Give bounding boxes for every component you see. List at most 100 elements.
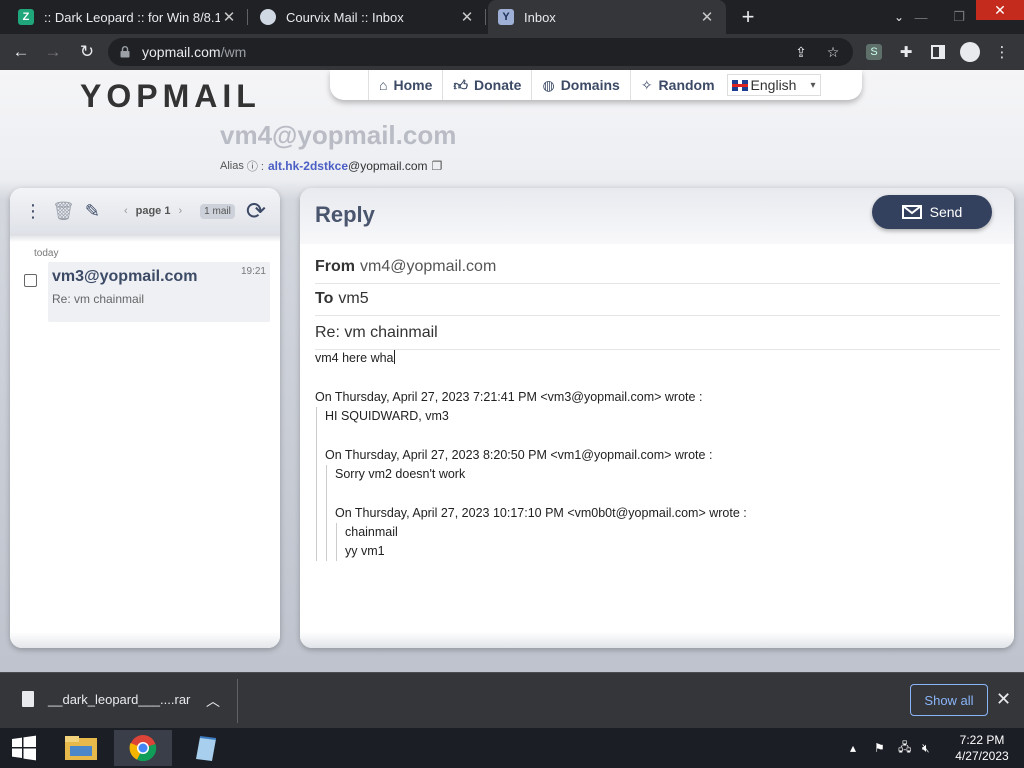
- prev-page-icon[interactable]: ‹: [124, 205, 128, 217]
- quote-header: On Thursday, April 27, 2023 7:21:41 PM <…: [315, 390, 703, 404]
- download-file-name: __dark_leopard___....rar: [48, 691, 191, 707]
- profile-icon[interactable]: [956, 34, 984, 70]
- extension-s-icon[interactable]: S: [860, 34, 888, 70]
- current-email-address: vm4@yopmail.com: [220, 120, 457, 150]
- mail-time: 19:21: [240, 266, 266, 277]
- tray-up-icon[interactable]: ▴: [850, 728, 856, 768]
- action-center-flag-icon[interactable]: ⚑: [874, 728, 885, 768]
- inbox-panel: ⋮ 🗑︎ ✎ ‹ page 1 › 1 mail ⟳ today vm3@yop…: [10, 188, 280, 648]
- file-icon: [22, 691, 34, 707]
- courvix-icon: [260, 9, 276, 25]
- restore-icon[interactable]: ❐: [942, 0, 976, 34]
- side-panel-icon[interactable]: [924, 34, 952, 70]
- close-tab-icon[interactable]: ✕: [698, 8, 716, 26]
- tab-title: :: Dark Leopard :: for Win 8/8.1 Fr: [44, 9, 220, 25]
- minimize-icon[interactable]: —: [904, 0, 938, 34]
- puzzle-icon[interactable]: ✚: [892, 34, 920, 70]
- tab-inbox[interactable]: Y Inbox ✕: [488, 0, 726, 34]
- alias-domain: @yopmail.com: [348, 159, 428, 173]
- reload-icon[interactable]: ↻: [72, 34, 102, 70]
- close-tab-icon[interactable]: ✕: [220, 8, 238, 26]
- menu-kebab-icon[interactable]: ⋮: [988, 34, 1016, 70]
- inbox-toolbar: ⋮ 🗑︎ ✎ ‹ page 1 › 1 mail ⟳: [10, 188, 280, 234]
- refresh-icon[interactable]: ⟳: [246, 197, 266, 226]
- language-value: English: [750, 77, 797, 93]
- nav-home[interactable]: ⌂ Home: [368, 70, 442, 100]
- pencil-icon[interactable]: ✎: [85, 201, 100, 222]
- from-field: From vm4@yopmail.com: [315, 250, 1000, 284]
- nav-label: Domains: [560, 77, 620, 93]
- yopmail-logo[interactable]: YOPMAIL: [80, 78, 261, 115]
- quote-block: chainmail yy vm1: [336, 523, 1000, 561]
- nav-label: Home: [393, 77, 433, 93]
- close-icon[interactable]: ✕: [996, 689, 1011, 710]
- nav-donate[interactable]: 👍︎ Donate: [442, 70, 531, 100]
- language-select[interactable]: English ▾: [726, 74, 821, 96]
- thumbs-up-icon: 👍︎: [453, 76, 469, 93]
- panel-footer: [10, 632, 280, 648]
- alias-label: Alias: [220, 160, 244, 172]
- from-value: vm4@yopmail.com: [360, 257, 497, 275]
- browser-toolbar: ← → ↻ yopmail.com/wm ⇪ ☆ S ✚ ⋮: [0, 34, 1024, 70]
- clock-date: 4/27/2023: [955, 749, 1009, 763]
- body-text: vm4 here wha: [315, 351, 394, 365]
- alias-name[interactable]: alt.hk-2dstkce: [268, 159, 348, 173]
- send-button[interactable]: Send: [872, 195, 992, 229]
- windows-taskbar: ▴ ⚑ 🖧︎ 🔇︎ 7:22 PM 4/27/2023: [0, 728, 1024, 768]
- forward-icon[interactable]: →: [38, 34, 68, 70]
- text-caret: [393, 350, 395, 364]
- divider: [237, 679, 238, 723]
- quote-line: chainmail: [345, 525, 398, 539]
- browser-tab-bar: Z :: Dark Leopard :: for Win 8/8.1 Fr ✕ …: [0, 0, 1024, 34]
- reply-header: Reply Send: [300, 188, 1014, 244]
- address-bar[interactable]: yopmail.com/wm ⇪ ☆: [108, 38, 853, 66]
- tab-dark-leopard[interactable]: Z :: Dark Leopard :: for Win 8/8.1 Fr ✕: [8, 0, 248, 34]
- message-body[interactable]: vm4 here wha On Thursday, April 27, 2023…: [315, 350, 1000, 561]
- notepad-icon[interactable]: [176, 730, 234, 766]
- globe-icon: ◍: [542, 76, 555, 93]
- network-icon[interactable]: 🖧︎: [898, 728, 911, 768]
- send-label: Send: [929, 204, 963, 220]
- chevron-down-icon: ▾: [810, 79, 816, 91]
- info-icon[interactable]: ⓘ :: [247, 158, 264, 174]
- pager: ‹ page 1 ›: [116, 205, 190, 217]
- nav-domains[interactable]: ◍ Domains: [531, 70, 629, 100]
- magic-wand-icon: ✧: [640, 76, 653, 93]
- day-label: today: [34, 248, 59, 259]
- chrome-icon[interactable]: [114, 730, 172, 766]
- volume-muted-icon[interactable]: 🔇︎: [922, 728, 930, 768]
- quote-block: Sorry vm2 doesn't work On Thursday, Apri…: [326, 465, 1000, 561]
- nav-label: Donate: [474, 77, 522, 93]
- to-value: vm5: [338, 289, 369, 307]
- windows-start-icon[interactable]: [0, 728, 48, 768]
- lock-icon: [120, 46, 134, 58]
- window-close-icon[interactable]: ✕: [976, 0, 1024, 20]
- new-tab-icon[interactable]: +: [737, 0, 759, 34]
- system-clock[interactable]: 7:22 PM 4/27/2023: [950, 732, 1014, 764]
- chevron-up-icon[interactable]: ︿: [206, 691, 220, 711]
- close-tab-icon[interactable]: ✕: [458, 8, 476, 26]
- show-all-button[interactable]: Show all: [910, 684, 988, 716]
- panel-footer: [300, 632, 1014, 648]
- download-item[interactable]: __dark_leopard___....rar: [22, 691, 190, 707]
- url-host: yopmail.com: [142, 44, 221, 60]
- file-explorer-icon[interactable]: [52, 730, 110, 766]
- reply-title: Reply: [315, 202, 375, 227]
- yopmail-page: YOPMAIL ⌂ Home 👍︎ Donate ◍ Domains ✧ Ran…: [0, 70, 1024, 672]
- more-options-icon[interactable]: ⋮: [24, 201, 42, 222]
- list-item[interactable]: vm3@yopmail.com 19:21 Re: vm chainmail: [10, 262, 280, 324]
- copy-icon[interactable]: ❐: [432, 159, 443, 173]
- mail-checkbox[interactable]: [24, 274, 37, 287]
- next-page-icon[interactable]: ›: [178, 205, 182, 217]
- trash-icon[interactable]: 🗑︎: [52, 201, 75, 222]
- from-label: From: [315, 257, 355, 275]
- subject-field[interactable]: Re: vm chainmail: [315, 316, 1000, 350]
- alias-row: Alias ⓘ : alt.hk-2dstkce @yopmail.com ❐: [220, 158, 442, 174]
- to-field[interactable]: To vm5: [315, 282, 1000, 316]
- top-navigation: ⌂ Home 👍︎ Donate ◍ Domains ✧ Random Engl…: [330, 70, 862, 100]
- share-icon[interactable]: ⇪: [788, 38, 814, 66]
- tab-courvix-mail[interactable]: Courvix Mail :: Inbox ✕: [250, 0, 486, 34]
- back-icon[interactable]: ←: [6, 34, 36, 70]
- nav-random[interactable]: ✧ Random: [629, 70, 725, 100]
- star-icon[interactable]: ☆: [820, 38, 846, 66]
